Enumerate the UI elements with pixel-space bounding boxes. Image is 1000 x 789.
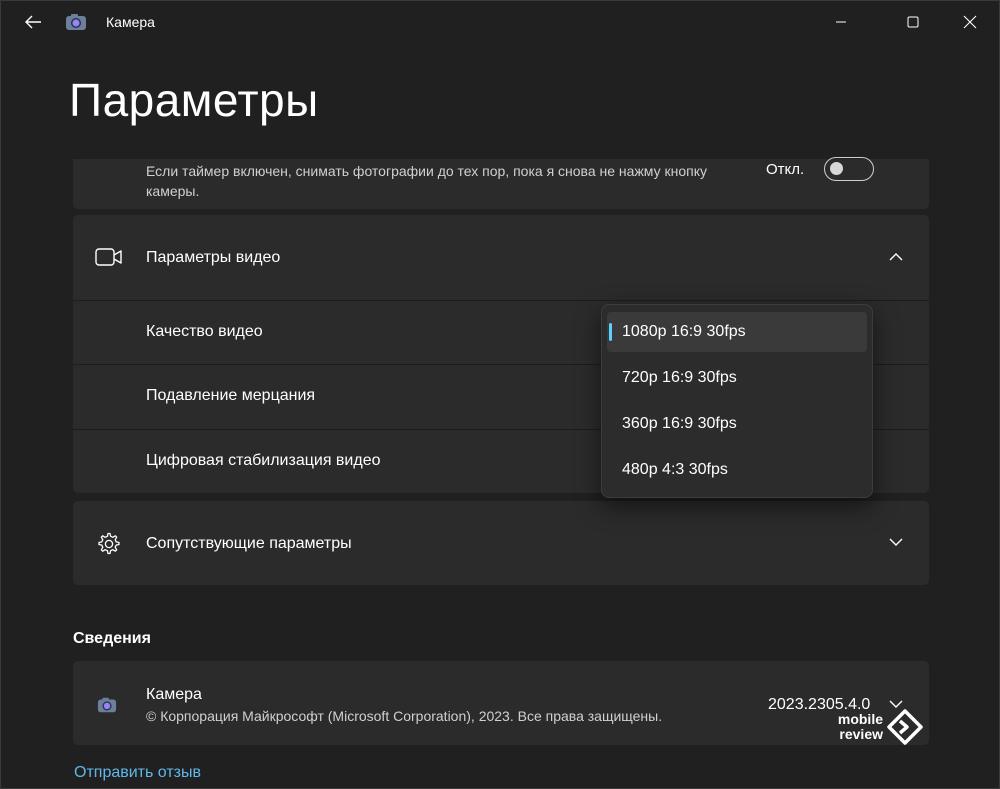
window-title: Камера (106, 14, 155, 30)
watermark-text: mobile review (838, 712, 883, 742)
related-settings-label: Сопутствующие параметры (146, 535, 352, 552)
mobile-review-watermark: mobile review (827, 709, 923, 745)
dropdown-option-label: 720p 16:9 30fps (622, 369, 737, 386)
dropdown-option-1080p[interactable]: 1080p 16:9 30fps (607, 312, 867, 352)
toggle-knob (830, 162, 843, 175)
video-settings-label: Параметры видео (146, 249, 281, 266)
back-arrow-icon (25, 15, 41, 29)
page-title: Параметры (69, 74, 319, 126)
maximize-icon (907, 16, 919, 28)
close-button[interactable] (947, 7, 993, 37)
dropdown-option-360p[interactable]: 360p 16:9 30fps (607, 404, 867, 444)
video-quality-label: Качество видео (146, 323, 263, 340)
video-camera-icon (95, 248, 122, 266)
maximize-button[interactable] (890, 7, 936, 37)
selection-indicator (609, 323, 612, 341)
flicker-reduction-label: Подавление мерцания (146, 387, 316, 404)
about-card[interactable]: Камера © Корпорация Майкрософт (Microsof… (73, 661, 929, 745)
gear-icon (98, 532, 120, 555)
minimize-button[interactable] (818, 7, 864, 37)
back-button[interactable] (19, 10, 47, 34)
timer-description: Если таймер включен, снимать фотографии … (146, 163, 707, 199)
digital-stabilization-label: Цифровая стабилизация видео (146, 452, 381, 469)
dropdown-option-480p[interactable]: 480p 4:3 30fps (607, 450, 867, 490)
chevron-down-icon (889, 538, 903, 546)
title-bar: Камера (1, 1, 999, 43)
about-app-name: Камера (146, 686, 202, 703)
mobile-review-logo-icon (887, 709, 923, 745)
minimize-icon (836, 21, 846, 23)
chevron-up-icon (889, 253, 903, 261)
timer-toggle[interactable] (824, 157, 874, 181)
about-copyright: © Корпорация Майкрософт (Microsoft Corpo… (146, 708, 663, 724)
camera-app-icon (97, 697, 117, 713)
dropdown-option-label: 480p 4:3 30fps (622, 461, 728, 478)
close-icon (963, 15, 977, 29)
timer-state-label: Откл. (766, 161, 805, 178)
watermark-line-1: mobile (837, 711, 883, 727)
camera-settings-window: Камера Параметры Если таймер включен, сн… (0, 0, 1000, 789)
dropdown-option-720p[interactable]: 720p 16:9 30fps (607, 358, 867, 398)
watermark-line-2: review (839, 726, 883, 742)
about-section-title: Сведения (73, 630, 151, 647)
video-settings-header[interactable]: Параметры видео (73, 215, 929, 300)
dropdown-option-label: 1080p 16:9 30fps (622, 323, 746, 340)
dropdown-option-label: 360p 16:9 30fps (622, 415, 737, 432)
video-quality-dropdown: 1080p 16:9 30fps 720p 16:9 30fps 360p 16… (601, 304, 873, 498)
timer-setting-card: Если таймер включен, снимать фотографии … (73, 157, 929, 209)
related-settings-card[interactable]: Сопутствующие параметры (73, 501, 929, 585)
camera-app-icon (66, 14, 86, 30)
send-feedback-link[interactable]: Отправить отзыв (74, 764, 201, 782)
